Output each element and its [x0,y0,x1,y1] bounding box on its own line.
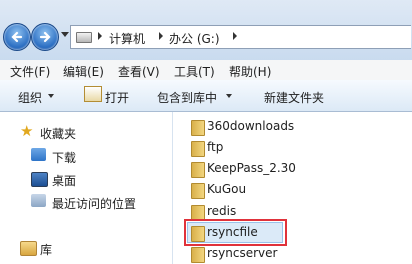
open-icon [84,86,102,102]
back-button[interactable] [3,23,31,51]
nav-recent-places[interactable]: 最近访问的位置 [52,195,136,212]
file-item[interactable]: KuGou [187,180,307,200]
file-item[interactable]: KeepPass_2.30 [187,159,307,179]
favorites-star-icon: ★ [20,122,34,140]
desktop-icon [31,172,48,187]
folder-icon [191,141,205,157]
file-name: ftp [207,140,224,154]
menu-file[interactable]: 文件(F) [10,63,50,80]
nav-libraries[interactable]: 库 [40,241,52,258]
breadcrumb-separator-icon[interactable] [233,32,237,40]
address-field[interactable]: 计算机 办公 (G:) [70,25,411,49]
recent-pages-dropdown[interactable] [61,32,69,37]
breadcrumb-separator-icon[interactable] [98,32,102,40]
address-bar-area: 计算机 办公 (G:) [0,0,412,60]
open-button[interactable]: 打开 [105,89,129,106]
drive-icon [76,32,92,43]
command-toolbar: 组织 打开 包含到库中 新建文件夹 [0,80,412,112]
file-name: redis [207,204,237,218]
forward-arrow-icon [39,31,51,43]
folder-icon [191,120,205,136]
libraries-icon [20,241,37,256]
organize-dropdown-icon [48,94,54,98]
menu-edit[interactable]: 编辑(E) [63,63,104,80]
recent-places-icon [31,194,46,207]
file-item[interactable]: ftp [187,138,307,158]
folder-icon [191,247,205,263]
folder-icon [191,183,205,199]
menu-tools[interactable]: 工具(T) [174,63,215,80]
forward-button[interactable] [31,23,59,51]
new-folder-button[interactable]: 新建文件夹 [264,89,324,106]
breadcrumb-separator-icon[interactable] [159,32,163,40]
breadcrumb-computer[interactable]: 计算机 [109,30,145,47]
folder-icon [191,205,205,221]
menu-help[interactable]: 帮助(H) [229,63,271,80]
nav-downloads[interactable]: 下载 [52,149,76,166]
nav-favorites[interactable]: 收藏夹 [40,125,76,142]
downloads-icon [31,148,46,161]
menu-view[interactable]: 查看(V) [118,63,160,80]
organize-button[interactable]: 组织 [18,89,42,106]
menu-bar: 文件(F) 编辑(E) 查看(V) 工具(T) 帮助(H) [0,60,412,80]
breadcrumb-drive[interactable]: 办公 (G:) [169,30,220,47]
file-item[interactable]: rsyncserver [187,244,307,264]
file-name: rsyncserver [207,246,278,260]
include-dropdown-icon [226,94,232,98]
file-name: KuGou [207,182,247,196]
nav-desktop[interactable]: 桌面 [52,172,76,189]
file-name: 360downloads [207,119,295,133]
back-arrow-icon [11,31,23,43]
annotation-highlight-box [184,219,287,246]
folder-icon [191,162,205,178]
include-in-library-button[interactable]: 包含到库中 [157,89,217,106]
file-item[interactable]: 360downloads [187,117,307,137]
file-name: KeepPass_2.30 [207,161,296,175]
